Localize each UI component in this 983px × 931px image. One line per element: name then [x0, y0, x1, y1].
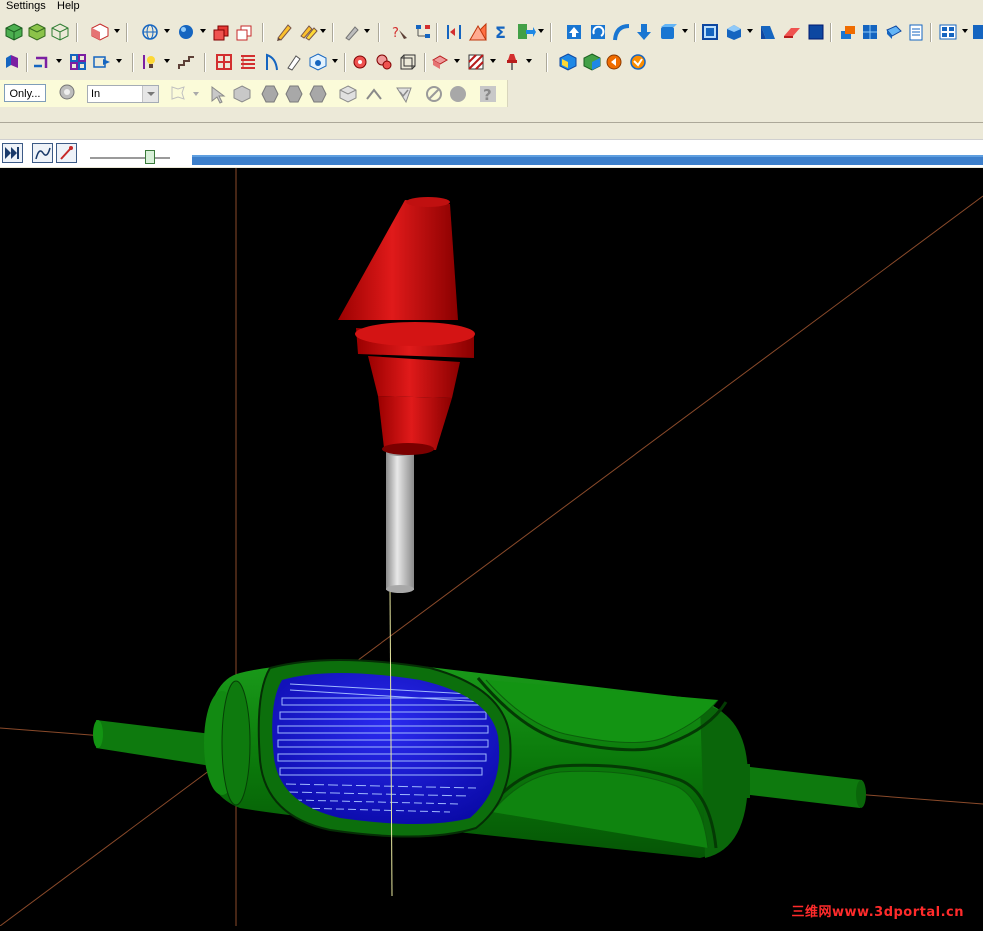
select-cube-icon[interactable] — [208, 84, 228, 104]
filter3-icon[interactable] — [308, 84, 328, 104]
box-green2-icon[interactable] — [27, 22, 47, 42]
brush-icon[interactable] — [284, 52, 304, 72]
simulate1-icon[interactable] — [558, 52, 578, 72]
layers-icon[interactable] — [838, 22, 858, 42]
globe-icon[interactable] — [140, 22, 160, 42]
sim-orange-icon[interactable] — [604, 52, 624, 72]
corner-icon[interactable] — [32, 52, 52, 72]
toolbar-divider — [0, 122, 983, 123]
hatch-icon[interactable] — [466, 52, 486, 72]
cube-outline-icon[interactable] — [235, 22, 255, 42]
simulation-bar — [0, 139, 983, 167]
box-wire-icon[interactable] — [50, 22, 70, 42]
arrow-box-icon[interactable] — [92, 52, 112, 72]
filter-box-icon[interactable] — [338, 84, 358, 104]
scope-select[interactable]: In — [87, 85, 159, 103]
3d-viewport[interactable]: 三维网www.3dportal.cn — [0, 168, 983, 927]
view-flat-icon[interactable] — [782, 22, 802, 42]
tree-icon[interactable] — [414, 22, 434, 42]
red-pen-icon — [60, 146, 73, 160]
pencil-multi-icon[interactable] — [298, 22, 318, 42]
only-button[interactable]: Only... — [4, 84, 46, 102]
export-green-icon[interactable] — [516, 22, 536, 42]
stairs-icon[interactable] — [176, 52, 196, 72]
arrow-down-blue-icon[interactable] — [634, 22, 654, 42]
scope-select-value: In — [91, 88, 101, 100]
list-icon[interactable] — [906, 22, 926, 42]
toolbar-row-1: ? Σ — [0, 20, 983, 44]
menu-bar: Settings Help — [0, 0, 983, 14]
filter2-icon[interactable] — [284, 84, 304, 104]
simulate2-icon[interactable] — [582, 52, 602, 72]
grid-blue-icon[interactable] — [860, 22, 880, 42]
tool-gray-icon[interactable] — [342, 22, 362, 42]
stamp-icon[interactable] — [430, 52, 450, 72]
cube-wire-icon[interactable] — [398, 52, 418, 72]
sim-check-icon[interactable] — [628, 52, 648, 72]
cube-red-icon[interactable] — [212, 22, 232, 42]
view-side-icon[interactable] — [758, 22, 778, 42]
view-back-icon[interactable] — [806, 22, 826, 42]
svg-text:?: ? — [392, 26, 399, 41]
view-iso-icon[interactable] — [724, 22, 744, 42]
overflow-icon[interactable] — [972, 22, 983, 42]
fast-forward-button[interactable] — [2, 143, 23, 163]
filter-box-gray-icon[interactable] — [232, 84, 252, 104]
tool-path-icon — [35, 147, 51, 160]
curve-blue-icon[interactable] — [612, 22, 632, 42]
chevron-down-icon[interactable] — [142, 86, 158, 102]
axis-icon[interactable] — [2, 52, 22, 72]
help-icon[interactable]: ? — [478, 84, 498, 104]
cutting-tool — [338, 197, 475, 593]
frame-red-icon[interactable] — [214, 52, 234, 72]
panel-icon[interactable] — [938, 22, 958, 42]
speed-slider-track[interactable] — [90, 157, 170, 159]
scene — [0, 168, 983, 927]
sigma-icon[interactable]: Σ — [492, 22, 512, 42]
gear-red-icon[interactable] — [350, 52, 370, 72]
box-green-icon[interactable] — [4, 22, 24, 42]
pencil-icon[interactable] — [274, 22, 294, 42]
sphere-icon[interactable] — [176, 22, 196, 42]
svg-text:?: ? — [483, 86, 492, 104]
dot-icon[interactable] — [448, 84, 468, 104]
red-pen-button[interactable] — [56, 143, 77, 163]
profile-icon[interactable] — [262, 52, 282, 72]
tool-path-button[interactable] — [32, 143, 53, 163]
arrow-up-blue-icon[interactable] — [564, 22, 584, 42]
lamp-icon[interactable] — [140, 52, 160, 72]
select-arrow-icon[interactable] — [168, 83, 188, 103]
toolbar-row-2 — [0, 50, 983, 74]
simulation-progress — [192, 155, 983, 165]
box-blue-icon[interactable] — [658, 22, 678, 42]
cube-gear-icon[interactable] — [308, 52, 328, 72]
filter-wave-icon[interactable] — [364, 84, 384, 104]
menu-help[interactable]: Help — [57, 0, 80, 12]
question-arrow-icon[interactable]: ? — [390, 22, 410, 42]
surface-orange-icon[interactable] — [468, 22, 488, 42]
gear2-red-icon[interactable] — [374, 52, 394, 72]
svg-text:Σ: Σ — [495, 23, 506, 42]
fast-forward-icon — [5, 147, 19, 159]
menu-settings[interactable]: Settings — [6, 0, 46, 12]
box-red-icon[interactable] — [90, 22, 110, 42]
lines-red-icon[interactable] — [238, 52, 258, 72]
filter1-icon[interactable] — [260, 84, 280, 104]
filter-check-icon[interactable] — [394, 84, 414, 104]
rotate-blue-icon[interactable] — [588, 22, 608, 42]
watermark: 三维网www.3dportal.cn — [791, 905, 964, 920]
tool-holder-icon[interactable] — [502, 52, 522, 72]
trim-icon[interactable] — [444, 22, 464, 42]
toolbar-area: ? Σ Only... In ? — [0, 14, 983, 168]
select-gear-icon[interactable] — [57, 82, 77, 102]
grid4-icon[interactable] — [68, 52, 88, 72]
cancel-icon[interactable] — [424, 84, 444, 104]
view-front-icon[interactable] — [700, 22, 720, 42]
speed-slider-thumb[interactable] — [145, 150, 155, 164]
shell-icon[interactable] — [884, 22, 904, 42]
